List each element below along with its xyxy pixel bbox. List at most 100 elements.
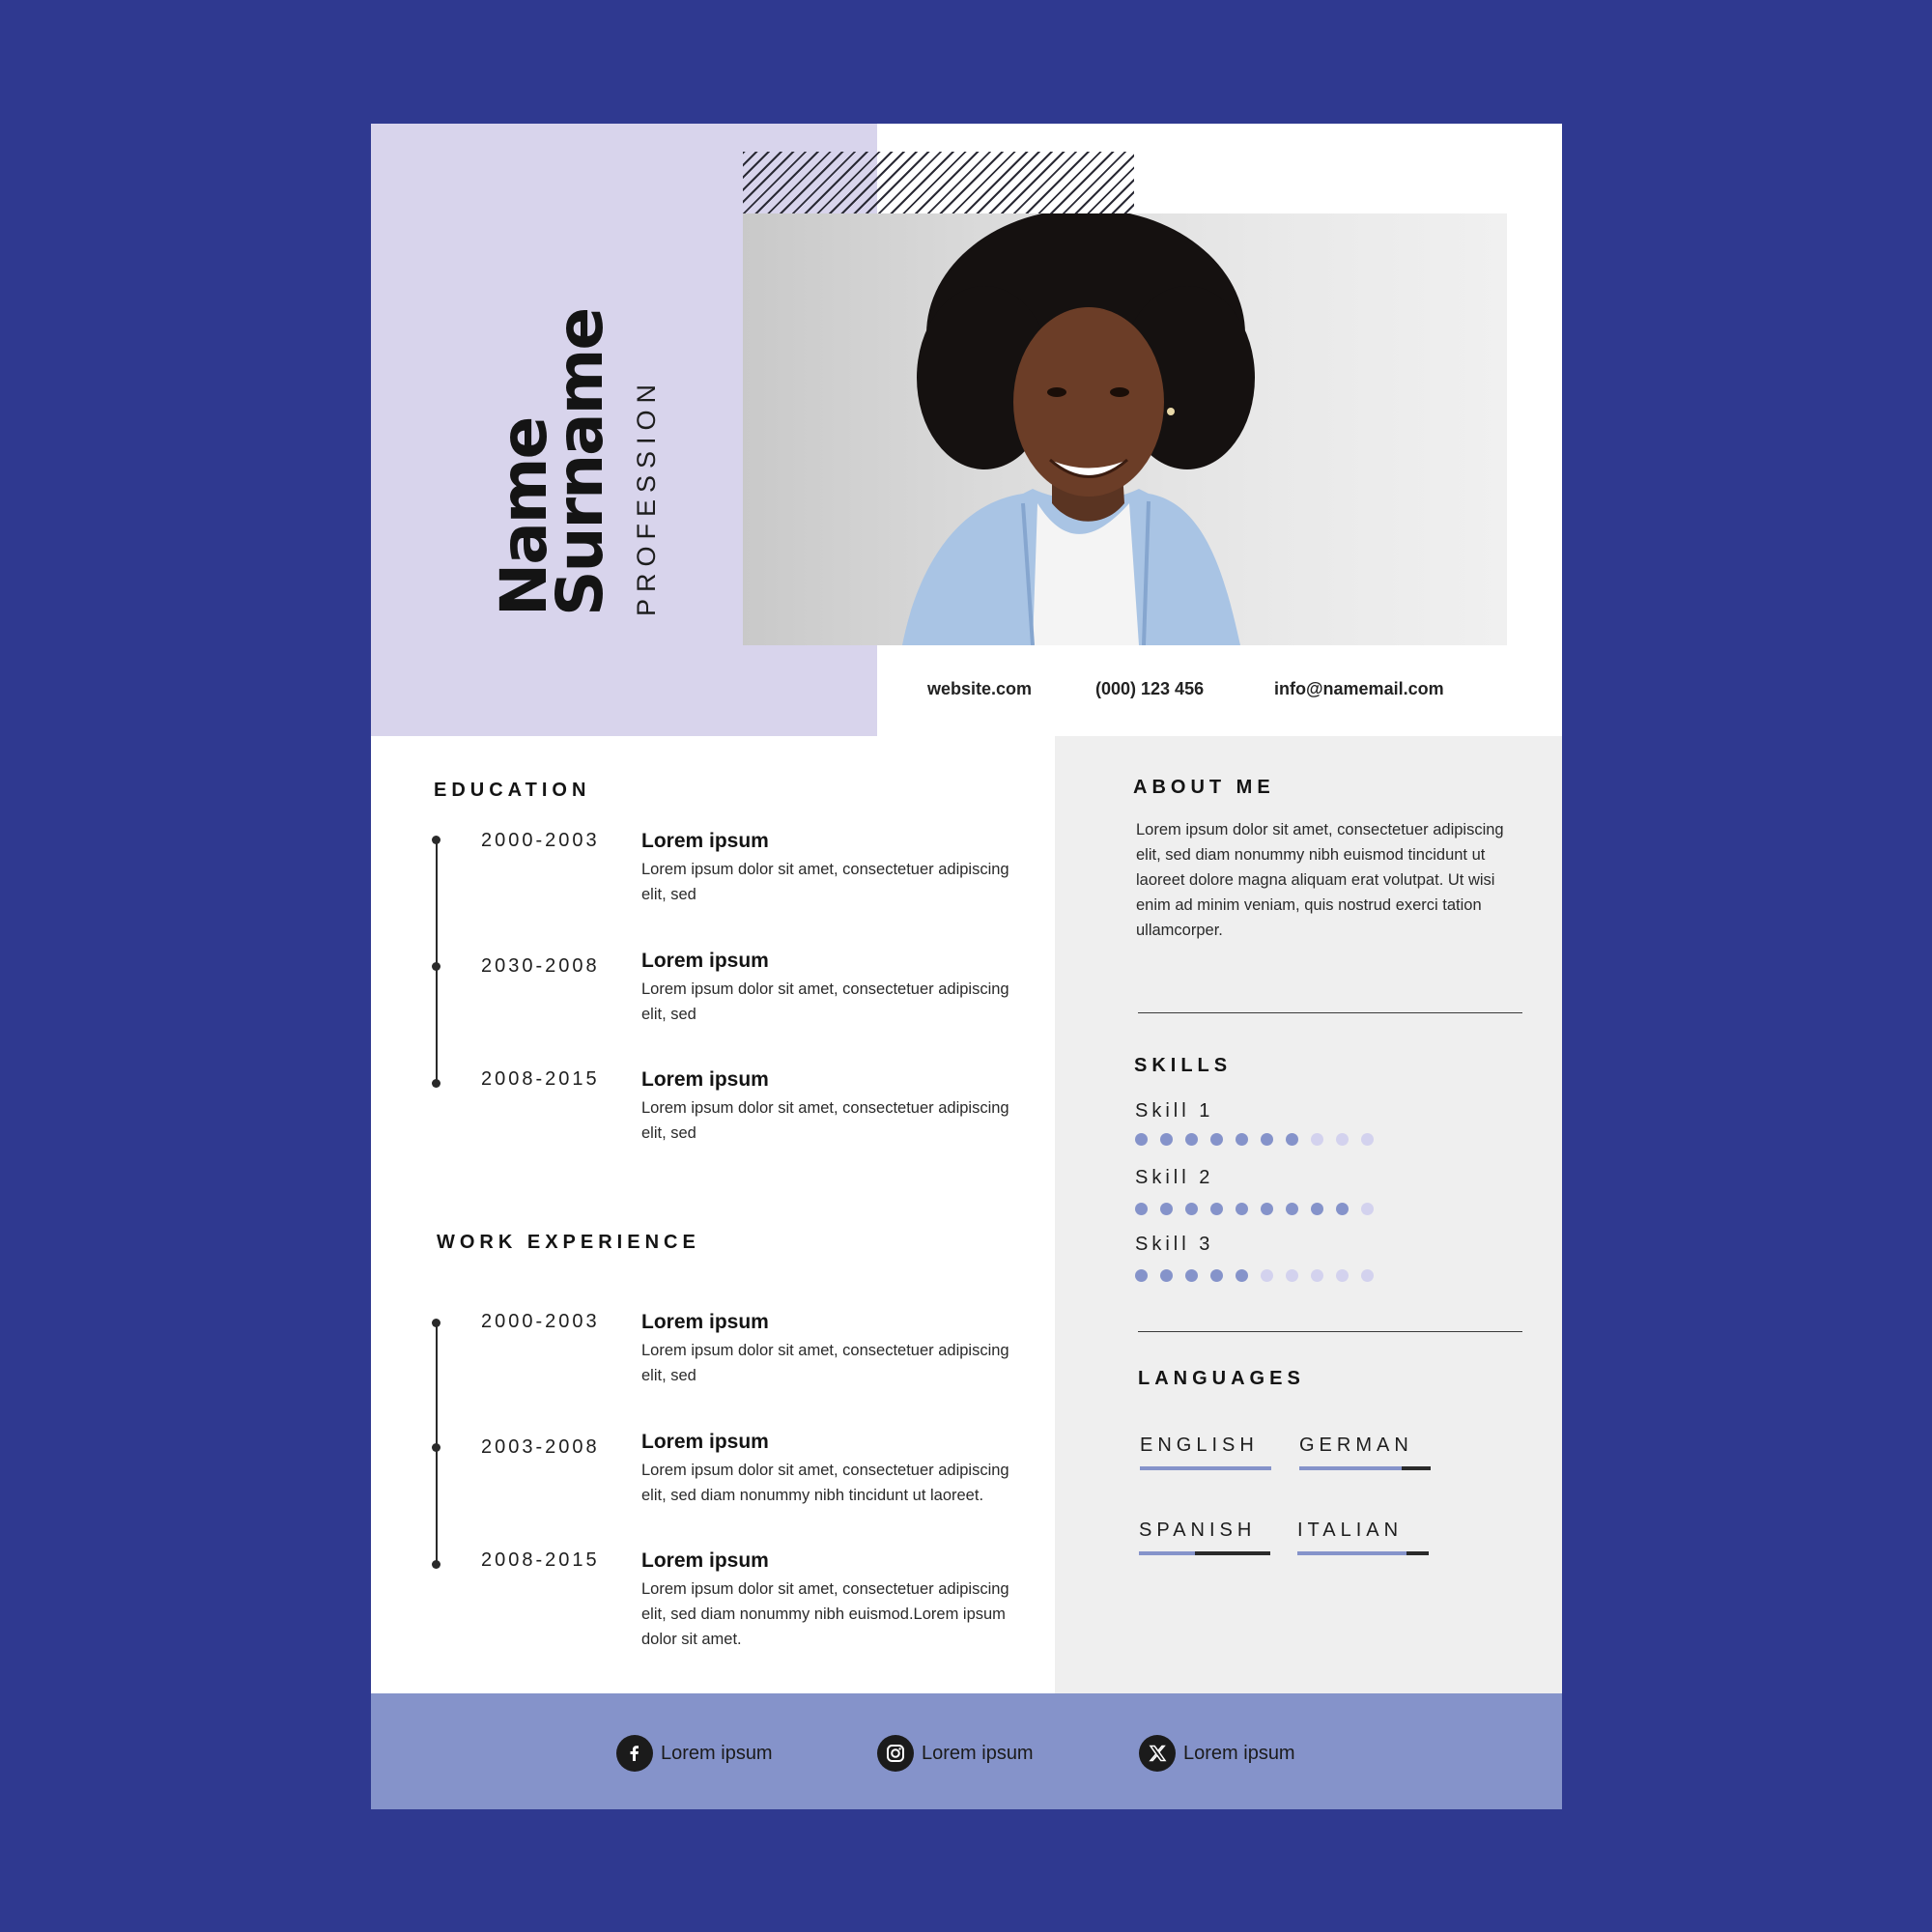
education-timeline [436, 839, 438, 1083]
education-heading: EDUCATION [434, 780, 591, 801]
language-level-bar [1297, 1551, 1429, 1555]
language-level-bar [1299, 1466, 1431, 1470]
language-name: SPANISH [1139, 1520, 1257, 1541]
skill-dot-empty [1361, 1133, 1374, 1146]
skill-dot-filled [1135, 1269, 1148, 1282]
skill-dot-filled [1286, 1133, 1298, 1146]
skill-label: Skill 2 [1135, 1167, 1214, 1188]
skill-rating [1135, 1269, 1374, 1282]
skill-dot-filled [1135, 1133, 1148, 1146]
entry-title: Lorem ipsum [641, 830, 769, 852]
profile-photo [743, 213, 1507, 645]
divider [1138, 1012, 1522, 1013]
language-name: GERMAN [1299, 1435, 1413, 1456]
social-x[interactable]: Lorem ipsum [1139, 1735, 1295, 1772]
skill-dot-filled [1311, 1203, 1323, 1215]
social-label[interactable]: Lorem ipsum [922, 1743, 1034, 1765]
skill-dot-filled [1261, 1133, 1273, 1146]
skill-dot-filled [1160, 1203, 1173, 1215]
skills-heading: SKILLS [1134, 1055, 1233, 1076]
entry-description: Lorem ipsum dolor sit amet, consectetuer… [641, 1342, 1009, 1384]
x-twitter-icon[interactable] [1139, 1735, 1176, 1772]
contact-email[interactable]: info@namemail.com [1274, 679, 1444, 699]
skill-dot-filled [1236, 1269, 1248, 1282]
entry-title: Lorem ipsum [641, 1549, 769, 1572]
entry-years: 2030-2008 [481, 955, 600, 977]
skill-label: Skill 1 [1135, 1100, 1214, 1122]
language-italian: ITALIAN [1297, 1520, 1433, 1555]
language-english: ENGLISH [1140, 1435, 1275, 1470]
skill-dot-filled [1210, 1203, 1223, 1215]
skill-dot-filled [1160, 1133, 1173, 1146]
social-label[interactable]: Lorem ipsum [1183, 1743, 1295, 1765]
skill-dot-empty [1286, 1269, 1298, 1282]
contact-website[interactable]: website.com [927, 679, 1032, 699]
language-level-fill [1297, 1551, 1406, 1555]
entry-description: Lorem ipsum dolor sit amet, consectetuer… [641, 1580, 1009, 1648]
language-german: GERMAN [1299, 1435, 1435, 1470]
about-me-heading: ABOUT ME [1133, 777, 1275, 798]
hatch-decoration [743, 152, 1134, 214]
entry-years: 2000-2003 [481, 830, 600, 851]
language-level-bar [1139, 1551, 1270, 1555]
timeline-dot [432, 836, 440, 844]
facebook-icon[interactable] [616, 1735, 653, 1772]
timeline-dot [432, 1319, 440, 1327]
contact-phone[interactable]: (000) 123 456 [1095, 679, 1204, 699]
entry-title: Lorem ipsum [641, 950, 769, 972]
skill-dot-empty [1261, 1269, 1273, 1282]
timeline-dot [432, 1079, 440, 1088]
entry-description: Lorem ipsum dolor sit amet, consectetuer… [641, 861, 1009, 903]
language-level-fill [1139, 1551, 1196, 1555]
language-name: ENGLISH [1140, 1435, 1259, 1456]
social-instagram[interactable]: Lorem ipsum [877, 1735, 1034, 1772]
skill-rating [1135, 1203, 1374, 1215]
entry-title: Lorem ipsum [641, 1431, 769, 1453]
instagram-icon[interactable] [877, 1735, 914, 1772]
skill-rating [1135, 1133, 1374, 1146]
skill-dot-filled [1135, 1203, 1148, 1215]
entry-title: Lorem ipsum [641, 1311, 769, 1333]
entry-description: Lorem ipsum dolor sit amet, consectetuer… [641, 980, 1009, 1023]
surname: Surname [543, 308, 617, 616]
skill-dot-filled [1236, 1203, 1248, 1215]
skill-dot-empty [1336, 1133, 1349, 1146]
skill-dot-empty [1361, 1203, 1374, 1215]
skill-dot-filled [1210, 1133, 1223, 1146]
entry-years: 2003-2008 [481, 1436, 600, 1458]
work-experience-heading: WORK EXPERIENCE [437, 1232, 700, 1253]
profession: PROFESSION [632, 377, 661, 616]
language-level-bar [1140, 1466, 1271, 1470]
skill-dot-filled [1185, 1203, 1198, 1215]
about-me-text: Lorem ipsum dolor sit amet, consectetuer… [1136, 821, 1504, 939]
skill-dot-filled [1185, 1269, 1198, 1282]
timeline-dot [432, 962, 440, 971]
languages-heading: LANGUAGES [1138, 1368, 1305, 1389]
entry-description: Lorem ipsum dolor sit amet, consectetuer… [641, 1099, 1009, 1142]
name-block: Name Surname PROFESSION [487, 244, 680, 616]
divider [1138, 1331, 1522, 1332]
timeline-dot [432, 1560, 440, 1569]
language-spanish: SPANISH [1139, 1520, 1274, 1555]
resume-page: Name Surname PROFESSION website.com (000… [371, 124, 1562, 1809]
entry-years: 2000-2003 [481, 1311, 600, 1332]
skill-dot-filled [1236, 1133, 1248, 1146]
skill-dot-empty [1336, 1269, 1349, 1282]
skill-dot-filled [1185, 1133, 1198, 1146]
skill-dot-filled [1261, 1203, 1273, 1215]
skill-dot-filled [1336, 1203, 1349, 1215]
entry-title: Lorem ipsum [641, 1068, 769, 1091]
skill-dot-filled [1286, 1203, 1298, 1215]
social-label[interactable]: Lorem ipsum [661, 1743, 773, 1765]
language-level-fill [1299, 1466, 1403, 1470]
skill-dot-filled [1160, 1269, 1173, 1282]
skill-label: Skill 3 [1135, 1234, 1214, 1255]
language-name: ITALIAN [1297, 1520, 1404, 1541]
social-facebook[interactable]: Lorem ipsum [616, 1735, 773, 1772]
entry-years: 2008-2015 [481, 1549, 600, 1571]
language-level-fill [1140, 1466, 1271, 1470]
timeline-dot [432, 1443, 440, 1452]
entry-years: 2008-2015 [481, 1068, 600, 1090]
entry-description: Lorem ipsum dolor sit amet, consectetuer… [641, 1462, 1009, 1504]
skill-dot-filled [1210, 1269, 1223, 1282]
